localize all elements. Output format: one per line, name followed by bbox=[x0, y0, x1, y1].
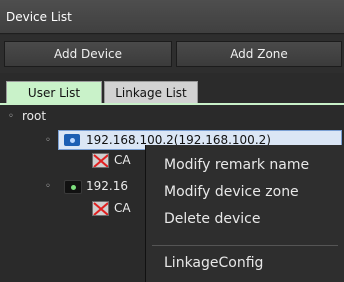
tab-bar: User List Linkage List bbox=[0, 79, 344, 105]
expand-icon[interactable]: ◦ bbox=[45, 181, 51, 192]
expand-icon[interactable]: ◦ bbox=[8, 111, 14, 122]
menu-item-delete-device[interactable]: Delete device bbox=[164, 211, 260, 227]
menu-item-modify-remark-name[interactable]: Modify remark name bbox=[164, 157, 309, 173]
menu-separator bbox=[152, 245, 338, 246]
menu-item-modify-device-zone[interactable]: Modify device zone bbox=[164, 184, 299, 200]
panel-title-bar: Device List bbox=[0, 0, 344, 34]
add-device-button[interactable]: Add Device bbox=[4, 41, 172, 67]
add-zone-button[interactable]: Add Zone bbox=[176, 41, 342, 67]
menu-item-linkage-config[interactable]: LinkageConfig bbox=[164, 255, 263, 271]
tree-channel-label[interactable]: CA bbox=[114, 201, 131, 219]
tree-channel-label[interactable]: CA bbox=[114, 153, 131, 171]
tab-linkage-list[interactable]: Linkage List bbox=[104, 81, 198, 103]
device-icon bbox=[64, 134, 80, 146]
tree-device-label[interactable]: 192.16 bbox=[86, 179, 128, 197]
camera-offline-icon bbox=[92, 153, 109, 168]
toolbar: Add Device Add Zone bbox=[0, 35, 344, 73]
tree-root[interactable]: root bbox=[22, 109, 46, 127]
panel-title: Device List bbox=[6, 10, 72, 24]
device-icon bbox=[64, 180, 82, 194]
tab-user-list[interactable]: User List bbox=[6, 81, 102, 103]
context-menu: Modify remark name Modify device zone De… bbox=[145, 145, 344, 282]
expand-icon[interactable]: ◦ bbox=[45, 135, 51, 146]
camera-offline-icon bbox=[92, 201, 109, 216]
